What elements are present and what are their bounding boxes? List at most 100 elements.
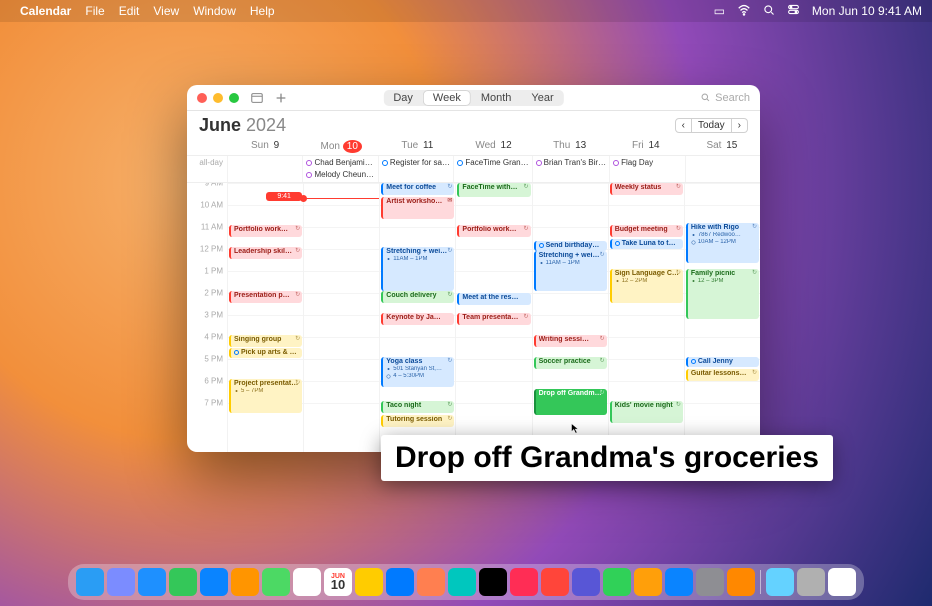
view-year[interactable]: Year: [521, 90, 563, 106]
today-button[interactable]: Today: [692, 118, 732, 133]
day-header[interactable]: Sun 9: [227, 138, 303, 155]
day-header[interactable]: Tue 11: [379, 138, 455, 155]
calendar-event[interactable]: Team presenta…↻: [457, 313, 530, 325]
calendar-event[interactable]: Hike with Rigo7867 Redwoo…10AM – 12PM↻: [686, 223, 759, 263]
dock-app-icon[interactable]: [76, 568, 104, 596]
dock-app-icon[interactable]: [510, 568, 538, 596]
dock-app-icon[interactable]: [386, 568, 414, 596]
day-header[interactable]: Mon 10: [303, 138, 379, 155]
day-column[interactable]: Send birthday…Stretching + weights11AM –…: [532, 183, 608, 452]
search-field[interactable]: Search: [700, 92, 750, 104]
calendar-event[interactable]: Take Luna to th…: [610, 239, 683, 249]
dock-app-icon[interactable]: [417, 568, 445, 596]
dock-app-icon[interactable]: [603, 568, 631, 596]
dock-app-icon[interactable]: [828, 568, 856, 596]
calendar-event[interactable]: Soccer practice↻: [534, 357, 607, 369]
allday-event[interactable]: Register for sa…: [380, 157, 452, 168]
clock[interactable]: Mon Jun 10 9:41 AM: [812, 4, 922, 18]
dock-app-icon[interactable]: [355, 568, 383, 596]
view-week[interactable]: Week: [423, 90, 471, 106]
calendar-event[interactable]: Singing group↻: [229, 335, 302, 347]
dock-app-icon[interactable]: [727, 568, 755, 596]
dock-app-icon[interactable]: [231, 568, 259, 596]
day-column[interactable]: Weekly status↻ Budget meeting↻ Take Luna t…: [608, 183, 684, 452]
control-center-icon[interactable]: [787, 3, 800, 19]
calendar-event[interactable]: FaceTime with…↻: [457, 183, 530, 197]
next-week-button[interactable]: ›: [732, 118, 748, 133]
calendar-event[interactable]: Yoga class501 Stanyan St,…4 – 5:30PM↻: [381, 357, 454, 387]
dock-app-icon[interactable]: [138, 568, 166, 596]
dock-app-icon[interactable]: [448, 568, 476, 596]
calendar-event[interactable]: Portfolio work…↻: [229, 225, 302, 237]
week-grid[interactable]: 9 AM10 AM11 AM12 PM1 PM2 PM3 PM4 PM5 PM6…: [187, 183, 760, 452]
add-event-icon[interactable]: [273, 90, 289, 106]
allday-event[interactable]: Brian Tran's Bir…: [534, 157, 608, 168]
allday-event[interactable]: FaceTime Gran…: [455, 157, 530, 168]
calendar-event[interactable]: Send birthday…: [534, 241, 607, 251]
day-column[interactable]: Hike with Rigo7867 Redwoo…10AM – 12PM↻ Fa…: [684, 183, 760, 452]
calendar-event[interactable]: Meet at the res…: [457, 293, 530, 305]
menu-window[interactable]: Window: [193, 4, 236, 18]
day-column[interactable]: 9:41: [303, 183, 379, 452]
calendar-event[interactable]: Portfolio work…↻: [457, 225, 530, 237]
calendar-event[interactable]: Stretching + weights11AM – 1PM↻: [534, 251, 607, 291]
dock-app-icon[interactable]: [169, 568, 197, 596]
calendar-event[interactable]: Artist worksho…✉: [381, 197, 454, 219]
calendar-event[interactable]: Tutoring session↻: [381, 415, 454, 427]
calendar-event[interactable]: Pick up arts & …: [229, 348, 302, 358]
calendar-event[interactable]: Stretching + weights11AM – 1PM↻: [381, 247, 454, 291]
dock-app-icon[interactable]: [696, 568, 724, 596]
calendar-event[interactable]: Weekly status↻: [610, 183, 683, 195]
day-header[interactable]: Thu 13: [532, 138, 608, 155]
calendar-event[interactable]: Meet for coffee↻: [381, 183, 454, 195]
day-column[interactable]: Portfolio work…↻ Leadership skil…↻ Present…: [227, 183, 303, 452]
day-header[interactable]: Wed 12: [455, 138, 531, 155]
close-button[interactable]: [197, 93, 207, 103]
spotlight-icon[interactable]: [763, 4, 775, 19]
calendar-event[interactable]: Sign Language Club12 – 2PM↻: [610, 269, 683, 303]
view-day[interactable]: Day: [383, 90, 423, 106]
calendar-event[interactable]: Leadership skil…↻: [229, 247, 302, 259]
calendar-event[interactable]: Project presentations5 – 7PM↻: [229, 379, 302, 413]
calendar-event[interactable]: Kids' movie night↻: [610, 401, 683, 423]
day-column[interactable]: Meet for coffee↻ Artist worksho…✉ Stretchi…: [379, 183, 455, 452]
dock-app-icon[interactable]: [107, 568, 135, 596]
prev-week-button[interactable]: ‹: [675, 118, 692, 133]
dock-app-icon[interactable]: [479, 568, 507, 596]
menu-file[interactable]: File: [85, 4, 104, 18]
minimize-button[interactable]: [213, 93, 223, 103]
dock-app-icon[interactable]: [797, 568, 825, 596]
calendar-event[interactable]: Call Jenny: [686, 357, 759, 367]
calendar-event[interactable]: Drop off Grandma's groceries↻: [534, 389, 607, 415]
dock-app-icon[interactable]: [634, 568, 662, 596]
allday-event[interactable]: Chad Benjami…: [304, 157, 376, 168]
dock-app-icon[interactable]: [293, 568, 321, 596]
day-header[interactable]: Fri 14: [608, 138, 684, 155]
calendar-event[interactable]: Family picnic12 – 3PM↻: [686, 269, 759, 319]
dock-app-icon[interactable]: [200, 568, 228, 596]
allday-event[interactable]: Melody Cheun…: [304, 169, 376, 180]
allday-event[interactable]: Flag Day: [611, 157, 683, 168]
dock-app-icon[interactable]: [572, 568, 600, 596]
calendar-event[interactable]: Guitar lessons…↻: [686, 369, 759, 381]
day-column[interactable]: FaceTime with…↻ Portfolio work…↻ Meet at t…: [455, 183, 531, 452]
dock-app-icon[interactable]: [541, 568, 569, 596]
battery-icon[interactable]: ▭: [714, 4, 725, 18]
app-menu[interactable]: Calendar: [20, 4, 71, 18]
menu-edit[interactable]: Edit: [119, 4, 140, 18]
wifi-icon[interactable]: [737, 3, 751, 20]
zoom-button[interactable]: [229, 93, 239, 103]
calendar-event[interactable]: Writing sessi…↻: [534, 335, 607, 347]
calendar-event[interactable]: Couch delivery↻: [381, 291, 454, 303]
dock-app-icon[interactable]: [262, 568, 290, 596]
day-header[interactable]: Sat 15: [684, 138, 760, 155]
dock-calendar-icon[interactable]: JUN10: [324, 568, 352, 596]
dock-app-icon[interactable]: [766, 568, 794, 596]
dock-app-icon[interactable]: [665, 568, 693, 596]
calendars-icon[interactable]: [249, 90, 265, 106]
calendar-event[interactable]: Presentation p…↻: [229, 291, 302, 303]
calendar-event[interactable]: Keynote by Ja…: [381, 313, 454, 325]
menu-help[interactable]: Help: [250, 4, 275, 18]
menu-view[interactable]: View: [153, 4, 179, 18]
calendar-event[interactable]: Budget meeting↻: [610, 225, 683, 237]
